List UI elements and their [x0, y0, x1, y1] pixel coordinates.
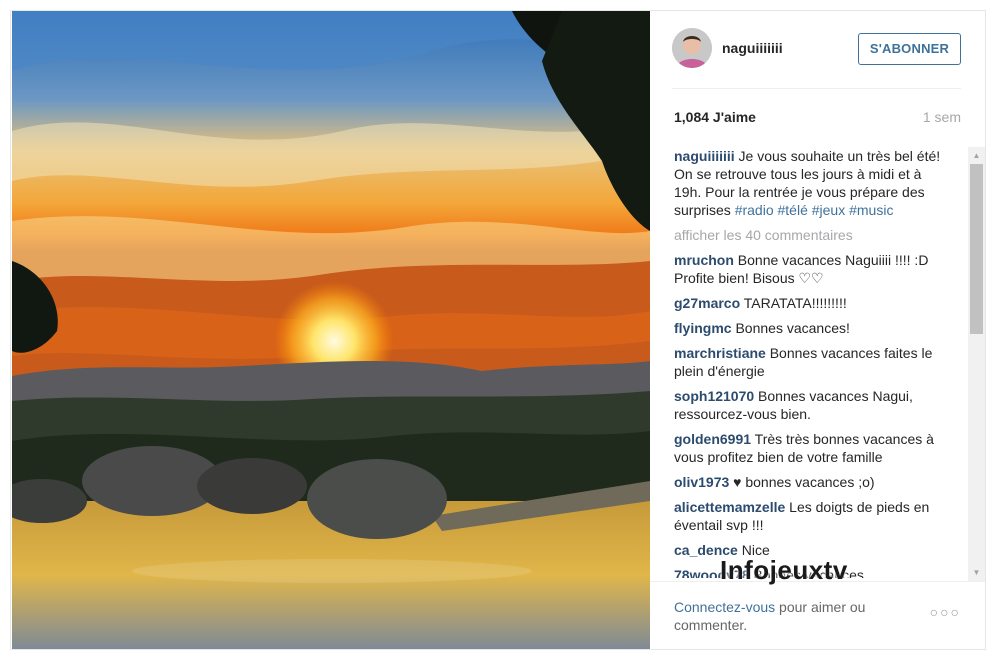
post-time[interactable]: 1 sem	[923, 109, 961, 125]
more-options-icon[interactable]: ○○○	[930, 604, 961, 620]
avatar-image	[672, 28, 712, 68]
header-divider	[672, 88, 961, 89]
comment-item: mruchon Bonne vacances Naguiiii !!!! :D …	[674, 251, 943, 287]
comment-item: oliv1973 ♥ bonnes vacances ;o)	[674, 473, 943, 491]
comment-text: TARATATA!!!!!!!!!	[740, 295, 847, 311]
hashtag[interactable]: #music	[849, 202, 893, 218]
comment-text: ♥ bonnes vacances ;o)	[729, 474, 875, 490]
hashtag[interactable]: #jeux	[812, 202, 845, 218]
comment-item: golden6991 Très très bonnes vacances à v…	[674, 430, 943, 466]
comment-item: flyingmc Bonnes vacances!	[674, 319, 943, 337]
post-sidebar: naguiiiiiii S'ABONNER 1,084 J'aime 1 sem…	[650, 11, 985, 649]
comment-item: alicettemamzelle Les doigts de pieds en …	[674, 498, 943, 534]
comment-username[interactable]: flyingmc	[674, 320, 732, 336]
comments-scrollbar[interactable]: ▲ ▼	[968, 147, 985, 581]
post-author-username[interactable]: naguiiiiiii	[722, 40, 783, 56]
comment-text: Bonnes vacances!	[731, 320, 850, 336]
watermark: Infojeuxtv	[720, 555, 848, 585]
comment-item: soph121070 Bonnes vacances Nagui, ressou…	[674, 387, 943, 423]
comment-username[interactable]: mruchon	[674, 252, 734, 268]
scroll-up-arrow-icon[interactable]: ▲	[968, 147, 985, 164]
show-all-comments-link[interactable]: afficher les 40 commentaires	[674, 226, 943, 244]
post-footer: Connectez-vous pour aimer ou commenter. …	[650, 581, 985, 649]
caption: naguiiiiiii Je vous souhaite un très bel…	[674, 147, 943, 219]
scrollbar-thumb[interactable]	[970, 164, 983, 334]
scroll-down-arrow-icon[interactable]: ▼	[968, 564, 985, 581]
comment-username[interactable]: soph121070	[674, 388, 754, 404]
comment-username[interactable]: marchristiane	[674, 345, 766, 361]
sunset-image	[12, 11, 650, 649]
comment-item: g27marco TARATATA!!!!!!!!!	[674, 294, 943, 312]
caption-username[interactable]: naguiiiiiii	[674, 148, 735, 164]
hashtag[interactable]: #télé	[778, 202, 808, 218]
post-meta: 1,084 J'aime 1 sem	[650, 108, 985, 128]
comment-username[interactable]: g27marco	[674, 295, 740, 311]
post-photo[interactable]	[12, 11, 650, 649]
login-link[interactable]: Connectez-vous	[674, 599, 775, 615]
post-header: naguiiiiiii S'ABONNER	[650, 11, 985, 89]
hashtag[interactable]: #radio	[735, 202, 774, 218]
comment-username[interactable]: alicettemamzelle	[674, 499, 785, 515]
comments-list[interactable]: naguiiiiiii Je vous souhaite un très bel…	[650, 147, 985, 578]
login-prompt: Connectez-vous pour aimer ou commenter.	[674, 598, 914, 634]
comment-username[interactable]: golden6991	[674, 431, 751, 447]
comment-item: marchristiane Bonnes vacances faites le …	[674, 344, 943, 380]
avatar[interactable]	[672, 28, 712, 68]
comment-username[interactable]: oliv1973	[674, 474, 729, 490]
likes-count[interactable]: 1,084 J'aime	[674, 109, 756, 125]
follow-button[interactable]: S'ABONNER	[858, 33, 961, 65]
